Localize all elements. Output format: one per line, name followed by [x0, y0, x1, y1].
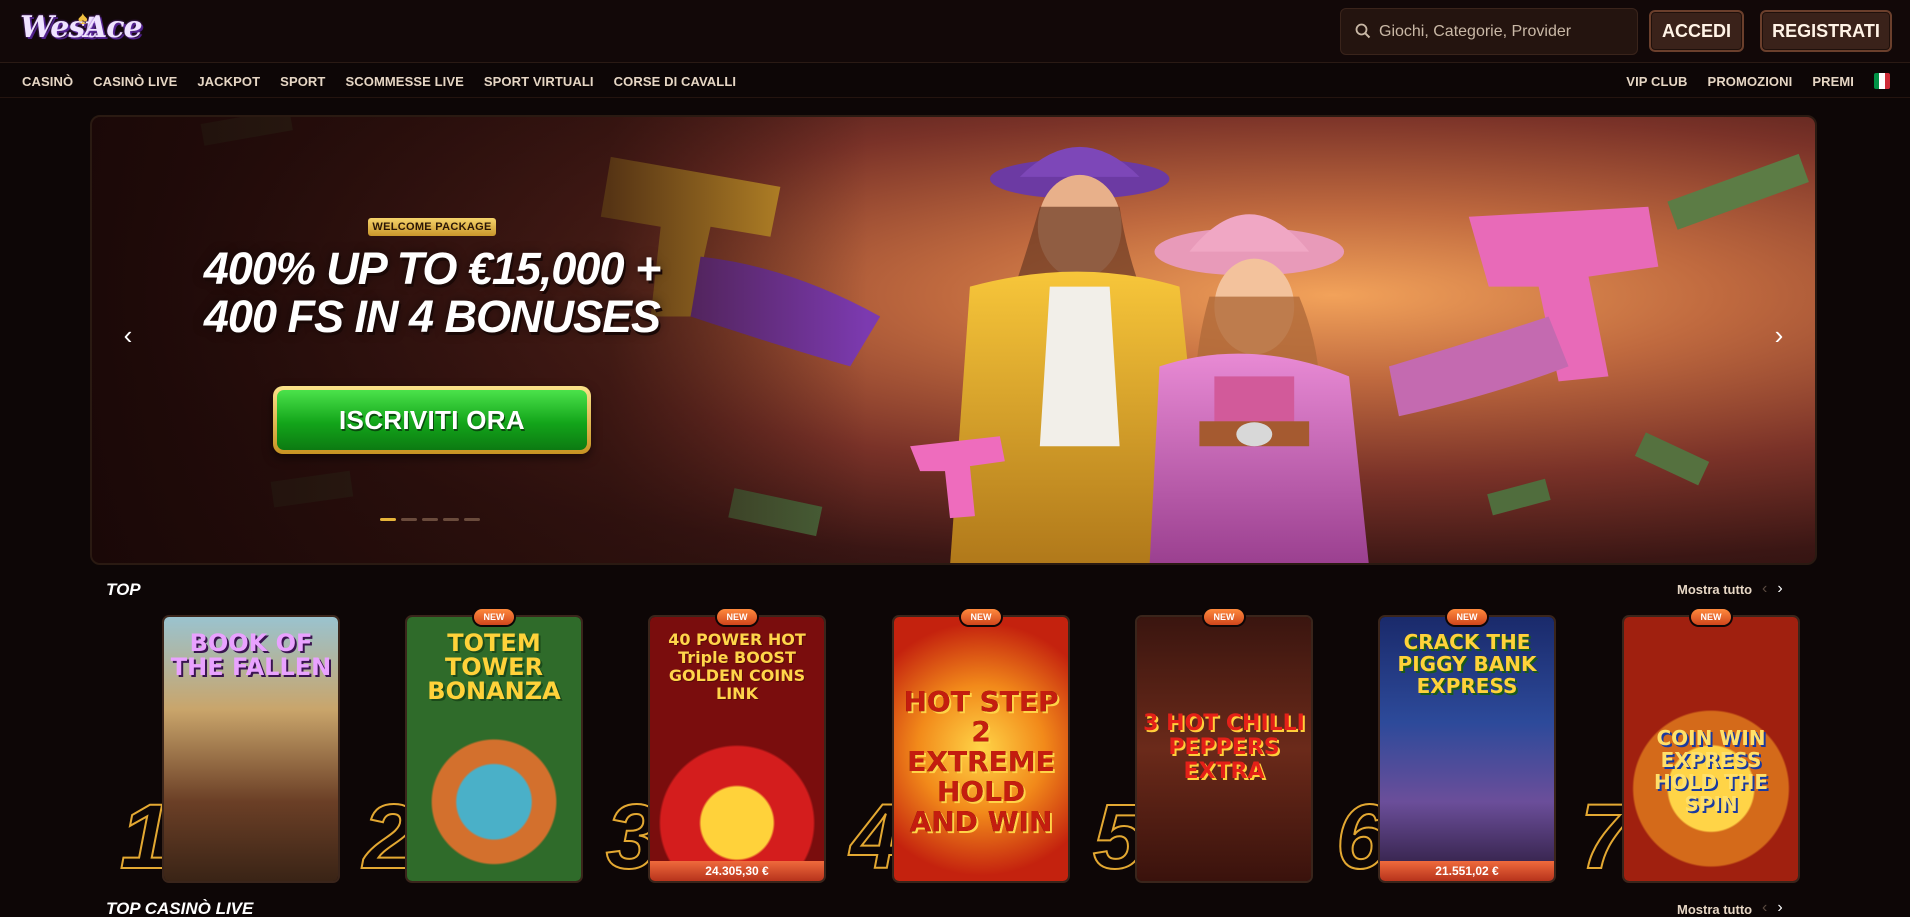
game-card[interactable]: 3 HOT CHILLI PEPPERS EXTRA: [1135, 615, 1313, 883]
nav-vip-club[interactable]: VIP CLUB: [1626, 74, 1687, 89]
game-title: CRACK THE PIGGY BANK EXPRESS: [1397, 630, 1537, 698]
game-title: TOTEM TOWER BONANZA: [427, 629, 561, 705]
new-badge: NEW: [961, 609, 1001, 625]
banner-headline: 400% UP TO €15,000 + 400 FS IN 4 BONUSES: [182, 245, 682, 341]
carousel-dot[interactable]: [443, 518, 459, 521]
game-card[interactable]: CRACK THE PIGGY BANK EXPRESS 21.551,02 €: [1378, 615, 1556, 883]
nav-virtual-sports[interactable]: SPORT VIRTUALI: [484, 74, 594, 89]
top-games-row: 1 BOOK OF THE FALLEN 2 TOTEM TOWER BONAN…: [119, 609, 1810, 884]
game-card[interactable]: 40 POWER HOT Triple BOOST GOLDEN COINS L…: [648, 615, 826, 883]
nav-sport[interactable]: SPORT: [280, 74, 325, 89]
chevron-left-icon[interactable]: ‹: [1762, 580, 1767, 598]
chevron-left-icon[interactable]: ‹: [116, 320, 140, 350]
show-all-top-link[interactable]: Mostra tutto: [1677, 582, 1752, 597]
show-all-live-link[interactable]: Mostra tutto: [1677, 902, 1752, 917]
signup-cta-button[interactable]: ISCRIVITI ORA: [273, 386, 591, 454]
hero-banner[interactable]: WELCOME PACKAGE 400% UP TO €15,000 + 400…: [90, 115, 1817, 565]
jackpot-amount: 24.305,30 €: [650, 861, 824, 881]
nav-casino-live[interactable]: CASINÒ LIVE: [93, 74, 177, 89]
section-title-top: TOP: [106, 580, 141, 599]
nav-prizes[interactable]: PREMI: [1812, 74, 1854, 89]
welcome-package-badge: WELCOME PACKAGE: [368, 218, 496, 236]
game-title: 40 POWER HOT Triple BOOST GOLDEN COINS L…: [668, 630, 806, 703]
new-badge: NEW: [474, 609, 514, 625]
nav-casino[interactable]: CASINÒ: [22, 74, 73, 89]
header: West ♠ Ace ACCEDI REGISTRATI: [0, 0, 1910, 63]
new-badge: NEW: [1204, 609, 1244, 625]
game-tile[interactable]: 7 COIN WIN EXPRESS HOLD THE SPIN NEW: [1579, 609, 1810, 884]
logo-ace-text: Ace: [84, 10, 143, 45]
cta-label: ISCRIVITI ORA: [277, 390, 587, 450]
main-nav: CASINÒ CASINÒ LIVE JACKPOT SPORT SCOMMES…: [0, 64, 1910, 98]
top-pager: ‹ ›: [1762, 580, 1783, 598]
game-tile[interactable]: 1 BOOK OF THE FALLEN: [119, 613, 350, 884]
login-button[interactable]: ACCEDI: [1649, 10, 1744, 52]
carousel-dot[interactable]: [401, 518, 417, 521]
game-title: COIN WIN EXPRESS HOLD THE SPIN: [1653, 726, 1769, 816]
game-tile[interactable]: 3 40 POWER HOT Triple BOOST GOLDEN COINS…: [605, 609, 836, 884]
italian-flag-icon[interactable]: [1874, 73, 1890, 89]
search-icon: [1355, 23, 1371, 39]
section-title-top-live: TOP CASINÒ LIVE: [106, 899, 254, 917]
carousel-dot[interactable]: [422, 518, 438, 521]
nav-jackpot[interactable]: JACKPOT: [197, 74, 260, 89]
game-tile[interactable]: 6 CRACK THE PIGGY BANK EXPRESS 21.551,02…: [1335, 609, 1566, 884]
new-badge: NEW: [1447, 609, 1487, 625]
carousel-dot[interactable]: [380, 518, 396, 521]
game-card[interactable]: BOOK OF THE FALLEN: [162, 615, 340, 883]
chevron-right-icon[interactable]: ›: [1777, 580, 1782, 598]
game-card[interactable]: COIN WIN EXPRESS HOLD THE SPIN: [1622, 615, 1800, 883]
chevron-right-icon[interactable]: ›: [1767, 320, 1791, 350]
search-box[interactable]: [1340, 8, 1638, 55]
headline-line-1: 400% UP TO €15,000 +: [203, 243, 662, 294]
chevron-left-icon[interactable]: ‹: [1762, 899, 1767, 917]
live-pager: ‹ ›: [1762, 899, 1783, 917]
game-title: BOOK OF THE FALLEN: [170, 629, 332, 681]
jackpot-amount: 21.551,02 €: [1380, 861, 1554, 881]
new-badge: NEW: [1691, 609, 1731, 625]
game-tile[interactable]: 5 3 HOT CHILLI PEPPERS EXTRA NEW: [1092, 609, 1323, 884]
headline-line-2: 400 FS IN 4 BONUSES: [203, 291, 661, 342]
new-badge: NEW: [717, 609, 757, 625]
carousel-dot[interactable]: [464, 518, 480, 521]
search-input[interactable]: [1379, 9, 1629, 54]
game-title: 3 HOT CHILLI PEPPERS EXTRA: [1143, 711, 1305, 784]
game-card[interactable]: HOT STEP 2 EXTREME HOLD AND WIN: [892, 615, 1070, 883]
nav-horse-racing[interactable]: CORSE DI CAVALLI: [614, 74, 736, 89]
westace-logo[interactable]: West ♠ Ace: [20, 6, 150, 56]
game-tile[interactable]: 4 HOT STEP 2 EXTREME HOLD AND WIN NEW: [849, 609, 1080, 884]
game-card[interactable]: TOTEM TOWER BONANZA: [405, 615, 583, 883]
nav-live-betting[interactable]: SCOMMESSE LIVE: [345, 74, 463, 89]
game-title: HOT STEP 2 EXTREME HOLD AND WIN: [903, 685, 1059, 838]
game-tile[interactable]: 2 TOTEM TOWER BONANZA NEW: [362, 609, 593, 884]
nav-promotions[interactable]: PROMOZIONI: [1708, 74, 1793, 89]
carousel-dots: [380, 518, 480, 521]
chevron-right-icon[interactable]: ›: [1777, 899, 1782, 917]
register-button[interactable]: REGISTRATI: [1760, 10, 1892, 52]
